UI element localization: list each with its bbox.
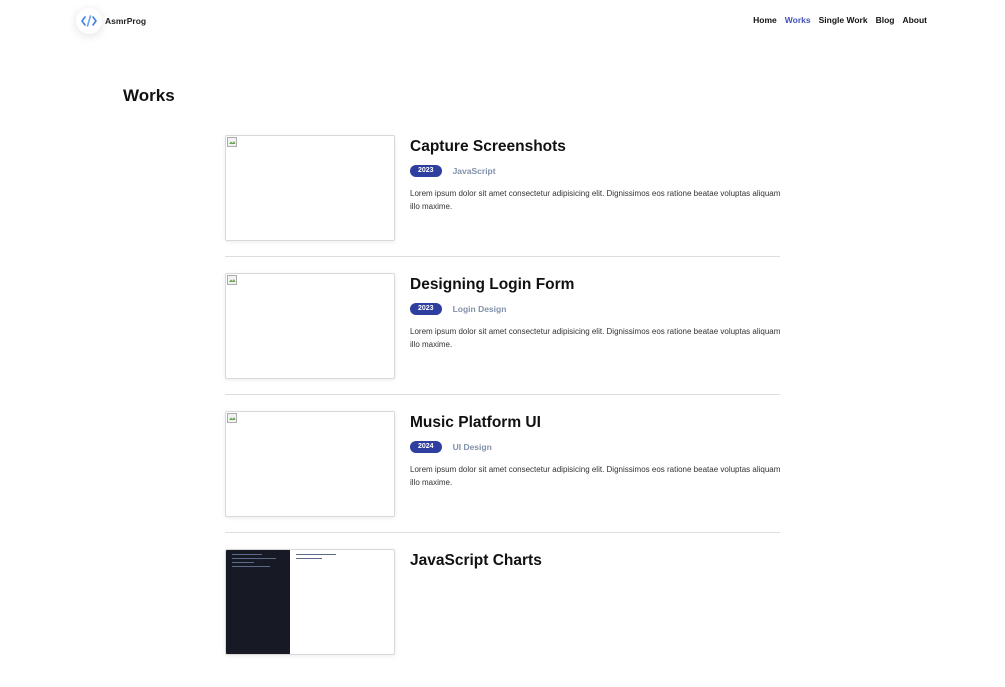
work-item[interactable]: Capture Screenshots 2023 JavaScript Lore… bbox=[225, 135, 780, 273]
divider bbox=[225, 394, 780, 395]
broken-image-icon bbox=[227, 137, 237, 147]
nav-blog[interactable]: Blog bbox=[876, 15, 895, 25]
work-item[interactable]: Music Platform UI 2024 UI Design Lorem i… bbox=[225, 411, 780, 549]
work-description: Lorem ipsum dolor sit amet consectetur a… bbox=[410, 327, 781, 349]
nav-about[interactable]: About bbox=[902, 15, 927, 25]
year-badge: 2023 bbox=[410, 165, 442, 177]
work-category: UI Design bbox=[452, 442, 492, 452]
nav-single-work[interactable]: Single Work bbox=[819, 15, 868, 25]
work-info: Designing Login Form 2023 Login Design L… bbox=[410, 273, 780, 351]
code-line bbox=[232, 562, 254, 563]
code-line bbox=[232, 558, 276, 559]
divider bbox=[225, 532, 780, 533]
site-header: AsmrProg Home Works Single Work Blog Abo… bbox=[0, 0, 1005, 42]
work-category: Login Design bbox=[452, 304, 507, 314]
work-thumbnail[interactable] bbox=[225, 411, 395, 517]
nav-home[interactable]: Home bbox=[753, 15, 777, 25]
code-line bbox=[232, 554, 262, 555]
main-nav: Home Works Single Work Blog About bbox=[753, 15, 927, 25]
code-line bbox=[296, 558, 322, 559]
work-thumbnail[interactable] bbox=[225, 135, 395, 241]
code-line bbox=[296, 554, 336, 555]
work-info: Capture Screenshots 2023 JavaScript Lore… bbox=[410, 135, 780, 213]
nav-works[interactable]: Works bbox=[785, 15, 811, 25]
divider bbox=[225, 256, 780, 257]
work-description: Lorem ipsum dolor sit amet consectetur a… bbox=[410, 465, 781, 487]
work-title[interactable]: Designing Login Form bbox=[410, 274, 780, 296]
work-thumbnail[interactable] bbox=[225, 549, 395, 655]
broken-image-icon bbox=[227, 413, 237, 423]
work-title[interactable]: JavaScript Charts bbox=[410, 550, 780, 572]
work-info: JavaScript Charts bbox=[410, 549, 780, 572]
broken-image-icon bbox=[227, 275, 237, 285]
work-meta: 2023 Login Design bbox=[410, 302, 780, 316]
work-title[interactable]: Music Platform UI bbox=[410, 412, 780, 434]
code-line bbox=[232, 566, 270, 567]
page-title: Works bbox=[123, 86, 175, 105]
work-meta: 2023 JavaScript bbox=[410, 164, 780, 178]
work-category: JavaScript bbox=[452, 166, 496, 176]
work-description: Lorem ipsum dolor sit amet consectetur a… bbox=[410, 189, 781, 211]
work-meta: 2024 UI Design bbox=[410, 440, 780, 454]
brand-logo[interactable]: AsmrProg bbox=[76, 8, 146, 34]
year-badge: 2024 bbox=[410, 441, 442, 453]
brand-name: AsmrProg bbox=[105, 16, 147, 26]
year-badge: 2023 bbox=[410, 303, 442, 315]
code-brackets-icon bbox=[76, 8, 102, 34]
work-item[interactable]: Designing Login Form 2023 Login Design L… bbox=[225, 273, 780, 411]
work-title[interactable]: Capture Screenshots bbox=[410, 136, 780, 158]
work-info: Music Platform UI 2024 UI Design Lorem i… bbox=[410, 411, 780, 489]
works-list: Capture Screenshots 2023 JavaScript Lore… bbox=[225, 135, 780, 687]
work-thumbnail[interactable] bbox=[225, 273, 395, 379]
